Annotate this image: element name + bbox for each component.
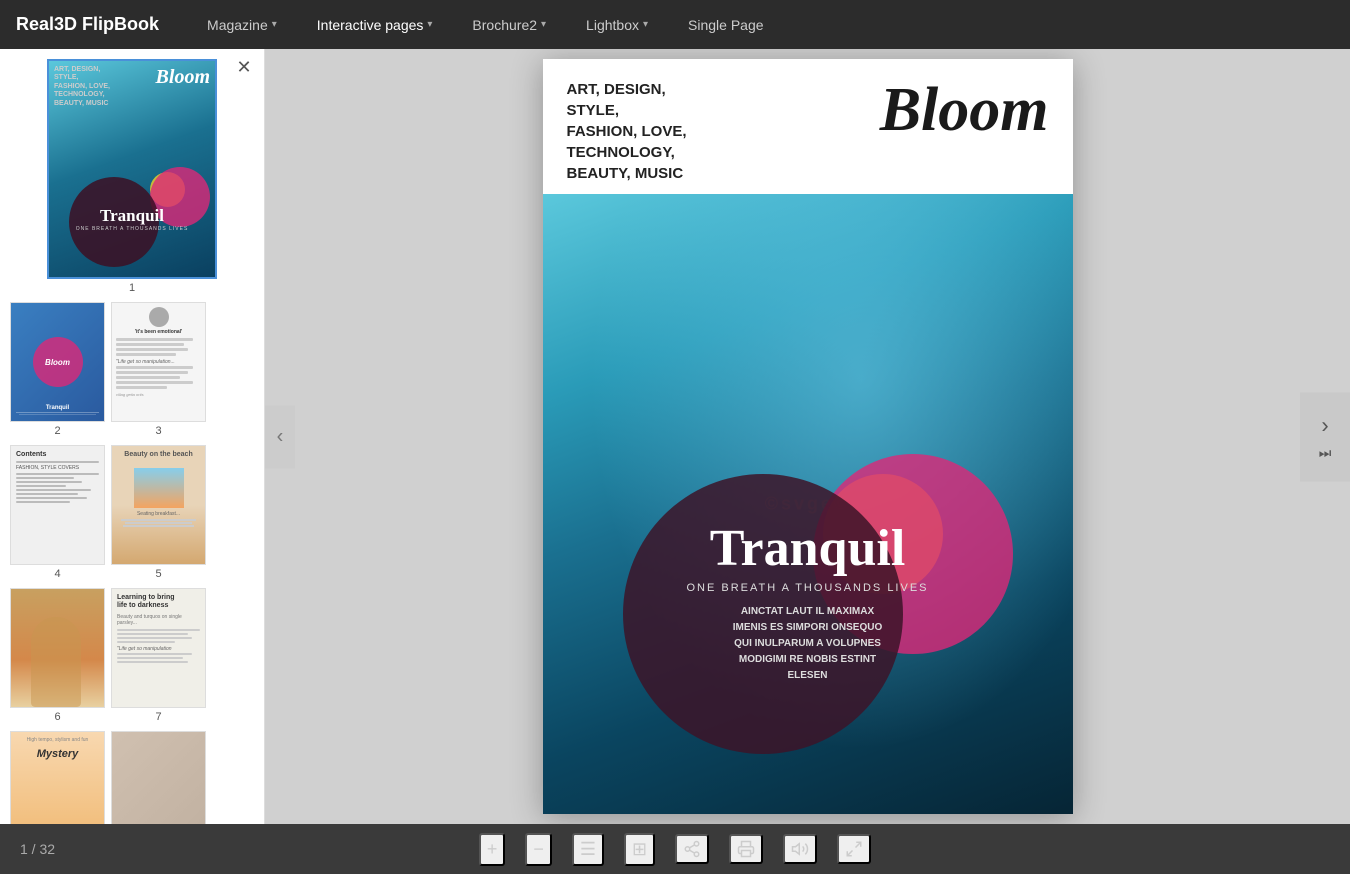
cover-title: Tranquil (543, 519, 1073, 578)
nav-item-singlepage[interactable]: Single Page (680, 13, 772, 37)
thumbnail-row-8-9: High tempo, stylism and fun Mystery 8 (10, 731, 254, 824)
thumbnail-row-2-3: Bloom Tranquil 2 (10, 302, 254, 437)
nav-item-magazine[interactable]: Magazine ▾ (199, 13, 285, 37)
cover-subtitle: ONE BREATH A THOUSANDS LIVES (543, 582, 1073, 594)
thumbnail-label-5: 5 (155, 568, 161, 580)
page-indicator: 1 / 32 (0, 824, 55, 874)
zoom-in-button[interactable]: + (479, 833, 506, 866)
sound-button[interactable] (783, 834, 817, 864)
thumbnail-label-1: 1 (129, 282, 135, 294)
sidebar: ✕ ART, DESIGN,STYLE,FASHION, LOVE,TECHNO… (0, 49, 265, 824)
thumbnail-label-3: 3 (155, 425, 161, 437)
print-button[interactable] (729, 834, 763, 864)
thumbnail-image-2: Bloom Tranquil (10, 302, 105, 422)
last-page-icon: ⏭ (1319, 444, 1332, 461)
thumbnail-page-9[interactable] (111, 731, 206, 824)
nav-item-lightbox[interactable]: Lightbox ▾ (578, 13, 656, 37)
nav-item-interactive[interactable]: Interactive pages ▾ (309, 13, 441, 37)
thumbnail-label-4: 4 (54, 568, 60, 580)
content-area: ‹ ART, DESIGN,STYLE,FASHION, LOVE,TECHNO… (265, 49, 1350, 824)
thumbnail-image-7: Learning to bringlife to darkness Beauty… (111, 588, 206, 708)
thumbnail-image-6 (10, 588, 105, 708)
cover-top-section: ART, DESIGN,STYLE,FASHION, LOVE,TECHNOLO… (543, 59, 1073, 194)
chevron-right-icon: › (1321, 412, 1328, 438)
thumbnail-image-8: High tempo, stylism and fun Mystery (10, 731, 105, 824)
main-area: ✕ ART, DESIGN,STYLE,FASHION, LOVE,TECHNO… (0, 49, 1350, 824)
thumbnail-image-1: ART, DESIGN,STYLE,FASHION, LOVE,TECHNOLO… (47, 59, 217, 279)
next-page-button[interactable]: › ⏭ (1300, 392, 1350, 481)
thumbnail-image-9 (111, 731, 206, 824)
chevron-down-icon: ▾ (541, 19, 546, 30)
thumbnail-page-5[interactable]: Beauty on the beach Seating breakfast...… (111, 445, 206, 580)
thumbnail-page-2[interactable]: Bloom Tranquil 2 (10, 302, 105, 437)
cover-tagline: ART, DESIGN,STYLE,FASHION, LOVE,TECHNOLO… (567, 79, 687, 184)
thumbnail-page-7[interactable]: Learning to bringlife to darkness Beauty… (111, 588, 206, 723)
thumbnail-page-4[interactable]: Contents FASHION, STYLE COVERS (10, 445, 105, 580)
bottom-toolbar: 1 / 32 + − ☰ ⊞ (0, 824, 1350, 874)
thumbnail-page-6[interactable]: 6 (10, 588, 105, 723)
thumbnail-page-3[interactable]: 'it's been emotional' "Life get so manip… (111, 302, 206, 437)
list-view-button[interactable]: ☰ (572, 833, 604, 866)
nav-item-brochure[interactable]: Brochure2 ▾ (464, 13, 554, 37)
close-icon[interactable]: ✕ (234, 57, 254, 77)
sidebar-scroll[interactable]: ART, DESIGN,STYLE,FASHION, LOVE,TECHNOLO… (0, 49, 264, 824)
thumbnail-image-5: Beauty on the beach Seating breakfast... (111, 445, 206, 565)
thumbnail-label-6: 6 (54, 711, 60, 723)
cover-figure: ©svge© Tranquil ONE BREATH A THOUSANDS L… (543, 194, 1073, 814)
cover-body-text: AINCTAT LAUT IL MAXIMAX IMENIS ES SIMPOR… (543, 604, 1073, 684)
cover-brand: Bloom (880, 79, 1049, 141)
thumbnail-label-7: 7 (155, 711, 161, 723)
chevron-down-icon: ▾ (272, 19, 277, 30)
prev-page-button[interactable]: ‹ (265, 405, 295, 468)
book-viewer[interactable]: ART, DESIGN,STYLE,FASHION, LOVE,TECHNOLO… (543, 59, 1073, 814)
thumbnail-image-3: 'it's been emotional' "Life get so manip… (111, 302, 206, 422)
thumbnail-page-1[interactable]: ART, DESIGN,STYLE,FASHION, LOVE,TECHNOLO… (10, 59, 254, 294)
chevron-down-icon: ▾ (427, 19, 432, 30)
thumbnail-label-2: 2 (54, 425, 60, 437)
chevron-left-icon: ‹ (277, 425, 284, 448)
chevron-down-icon: ▾ (643, 19, 648, 30)
share-button[interactable] (675, 834, 709, 864)
thumbnail-image-4: Contents FASHION, STYLE COVERS (10, 445, 105, 565)
fullscreen-button[interactable] (837, 834, 871, 864)
cover-title-overlay: Tranquil ONE BREATH A THOUSANDS LIVES AI… (543, 519, 1073, 684)
thumbnail-row-4-5: Contents FASHION, STYLE COVERS (10, 445, 254, 580)
thumbnail-page-8[interactable]: High tempo, stylism and fun Mystery 8 (10, 731, 105, 824)
book-cover-page: ART, DESIGN,STYLE,FASHION, LOVE,TECHNOLO… (543, 59, 1073, 814)
app-brand: Real3D FlipBook (16, 14, 159, 35)
cover-image: ©svge© Tranquil ONE BREATH A THOUSANDS L… (543, 194, 1073, 814)
thumbnail-row-6-7: 6 Learning to bringlife to darkness Beau… (10, 588, 254, 723)
grid-view-button[interactable]: ⊞ (624, 833, 655, 866)
top-navigation: Real3D FlipBook Magazine ▾ Interactive p… (0, 0, 1350, 49)
zoom-out-button[interactable]: − (525, 833, 552, 866)
